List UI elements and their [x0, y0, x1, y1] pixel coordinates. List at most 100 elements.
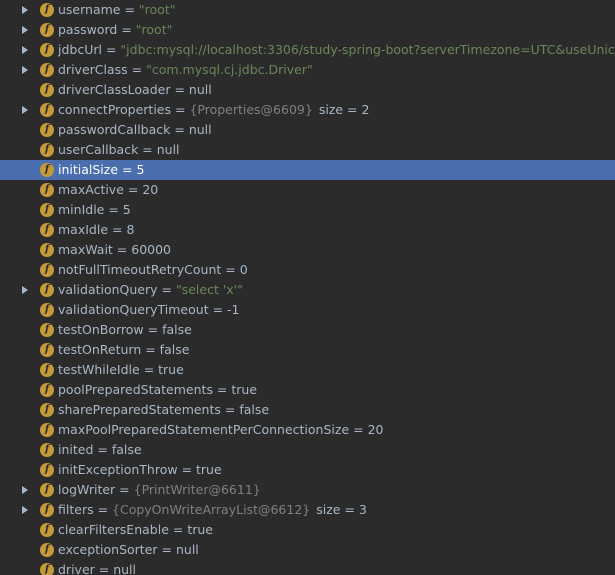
debugger-variables-tree[interactable]: f username = "root" f password = "root" … [0, 0, 615, 575]
expand-arrow-icon[interactable] [22, 6, 28, 14]
variable-value: "jdbc:mysql://localhost:3306/study-sprin… [120, 42, 615, 57]
variable-name: validationQueryTimeout [58, 302, 209, 317]
variable-row-password[interactable]: f password = "root" [0, 20, 615, 40]
field-icon: f [40, 223, 54, 237]
variable-text: testOnReturn = false [58, 340, 189, 360]
variable-row-exceptionSorter[interactable]: f exceptionSorter = null [0, 540, 615, 560]
field-icon: f [40, 563, 54, 575]
variable-value: null [156, 142, 180, 157]
variable-value: true [196, 462, 222, 477]
variable-value: null [188, 122, 212, 137]
variable-row-maxIdle[interactable]: f maxIdle = 8 [0, 220, 615, 240]
variable-row-inited[interactable]: f inited = false [0, 440, 615, 460]
variable-row-driverClassLoader[interactable]: f driverClassLoader = null [0, 80, 615, 100]
variable-value: "select 'x'" [175, 282, 243, 297]
variable-row-initialSize[interactable]: f initialSize = 5 [0, 160, 615, 180]
variable-value: 20 [367, 422, 384, 437]
variable-row-filters[interactable]: f filters = {CopyOnWriteArrayList@6612} s… [0, 500, 615, 520]
field-icon: f [40, 503, 54, 517]
field-icon: f [40, 23, 54, 37]
variable-value: 8 [126, 222, 135, 237]
expand-arrow-icon[interactable] [22, 506, 28, 514]
variable-row-poolPreparedStatements[interactable]: f poolPreparedStatements = true [0, 380, 615, 400]
variable-size: size = 3 [316, 502, 367, 517]
variable-name: maxPoolPreparedStatementPerConnectionSiz… [58, 422, 350, 437]
variable-text: userCallback = null [58, 140, 180, 160]
field-icon: f [40, 83, 54, 97]
variable-row-initExceptionThrow[interactable]: f initExceptionThrow = true [0, 460, 615, 480]
field-icon: f [40, 283, 54, 297]
variable-name: testWhileIdle [58, 362, 140, 377]
variable-row-userCallback[interactable]: f userCallback = null [0, 140, 615, 160]
variable-value: -1 [227, 302, 240, 317]
variable-name: notFullTimeoutRetryCount [58, 262, 222, 277]
expand-arrow-icon[interactable] [22, 46, 28, 54]
field-icon: f [40, 383, 54, 397]
variable-name: filters [58, 502, 94, 517]
variable-row-maxWait[interactable]: f maxWait = 60000 [0, 240, 615, 260]
field-icon: f [40, 163, 54, 177]
variable-row-sharePreparedStatements[interactable]: f sharePreparedStatements = false [0, 400, 615, 420]
variable-text: driverClassLoader = null [58, 80, 212, 100]
expand-arrow-icon[interactable] [22, 106, 28, 114]
variable-name: userCallback [58, 142, 139, 157]
variable-name: clearFiltersEnable [58, 522, 169, 537]
variable-text: initExceptionThrow = true [58, 460, 222, 480]
variable-text: maxIdle = 8 [58, 220, 134, 240]
variable-text: driver = null [58, 560, 136, 575]
variable-name: jdbcUrl [58, 42, 102, 57]
variable-row-driver[interactable]: f driver = null [0, 560, 615, 575]
variable-row-maxPoolPreparedStatementPerConnectionSize[interactable]: f maxPoolPreparedStatementPerConnectionS… [0, 420, 615, 440]
variable-row-jdbcUrl[interactable]: f jdbcUrl = "jdbc:mysql://localhost:3306… [0, 40, 615, 60]
assign-sign: = [177, 462, 197, 477]
variable-value: 5 [136, 162, 145, 177]
assign-sign: = [104, 202, 123, 217]
variable-text: passwordCallback = null [58, 120, 212, 140]
variable-row-logWriter[interactable]: f logWriter = {PrintWriter@6611} [0, 480, 615, 500]
assign-sign: = [101, 42, 121, 57]
variable-row-testWhileIdle[interactable]: f testWhileIdle = true [0, 360, 615, 380]
variable-text: jdbcUrl = "jdbc:mysql://localhost:3306/s… [58, 40, 615, 60]
expand-arrow-icon[interactable] [22, 66, 28, 74]
variable-row-passwordCallback[interactable]: f passwordCallback = null [0, 120, 615, 140]
variable-name: driver [58, 562, 95, 575]
expand-arrow-icon[interactable] [22, 26, 28, 34]
variable-text: logWriter = {PrintWriter@6611} [58, 480, 261, 500]
assign-sign: = [170, 122, 189, 137]
variable-value: null [175, 542, 199, 557]
variable-name: password [58, 22, 118, 37]
expand-arrow-icon[interactable] [22, 286, 28, 294]
variable-text: validationQuery = "select 'x'" [58, 280, 243, 300]
variable-row-validationQuery[interactable]: f validationQuery = "select 'x'" [0, 280, 615, 300]
expand-arrow-icon[interactable] [22, 486, 28, 494]
variable-value: 0 [239, 262, 248, 277]
variable-text: driverClass = "com.mysql.cj.jdbc.Driver" [58, 60, 313, 80]
variable-row-testOnBorrow[interactable]: f testOnBorrow = false [0, 320, 615, 340]
variable-row-username[interactable]: f username = "root" [0, 0, 615, 20]
variable-text: exceptionSorter = null [58, 540, 199, 560]
variable-row-minIdle[interactable]: f minIdle = 5 [0, 200, 615, 220]
variable-row-connectProperties[interactable]: f connectProperties = {Properties@6609} s… [0, 100, 615, 120]
variable-value: {CopyOnWriteArrayList@6612} [112, 502, 311, 517]
variable-text: inited = false [58, 440, 142, 460]
variable-row-validationQueryTimeout[interactable]: f validationQueryTimeout = -1 [0, 300, 615, 320]
variable-name: connectProperties [58, 102, 172, 117]
variable-value: true [231, 382, 258, 397]
assign-sign: = [127, 62, 147, 77]
assign-sign: = [168, 522, 188, 537]
assign-sign: = [117, 22, 136, 37]
variable-row-notFullTimeoutRetryCount[interactable]: f notFullTimeoutRetryCount = 0 [0, 260, 615, 280]
field-icon: f [40, 63, 54, 77]
assign-sign: = [220, 402, 240, 417]
field-icon: f [40, 3, 54, 17]
variable-name: username [58, 2, 121, 17]
variable-row-driverClass[interactable]: f driverClass = "com.mysql.cj.jdbc.Drive… [0, 60, 615, 80]
field-icon: f [40, 203, 54, 217]
variable-row-maxActive[interactable]: f maxActive = 20 [0, 180, 615, 200]
variable-row-clearFiltersEnable[interactable]: f clearFiltersEnable = true [0, 520, 615, 540]
variable-value: false [159, 342, 190, 357]
variable-text: initialSize = 5 [58, 160, 144, 180]
variable-value: "root" [138, 2, 176, 17]
variable-text: username = "root" [58, 0, 175, 20]
variable-row-testOnReturn[interactable]: f testOnReturn = false [0, 340, 615, 360]
